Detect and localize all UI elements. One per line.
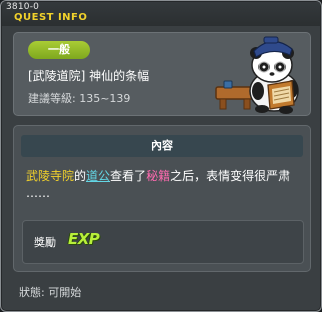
exp-icon: EXP <box>68 230 100 248</box>
level-requirement: 建議等級: 135~139 <box>28 92 131 105</box>
quest-category-badge: 一般 <box>28 41 90 59</box>
quest-id: 3810-0 <box>6 2 40 12</box>
description-ellipsis: …… <box>26 186 50 200</box>
quest-description: 武陵寺院的道公查看了秘籍之后，表情变得很严肃 …… <box>26 168 304 202</box>
panda-npc-reading-icon <box>215 36 299 114</box>
reward-box: 獎勵 EXP <box>22 220 304 264</box>
window-title: QUEST INFO <box>14 12 88 23</box>
npc-link[interactable]: 道公 <box>86 169 110 183</box>
quest-status: 狀態: 可開始 <box>19 286 82 299</box>
description-text: 的 <box>74 169 87 183</box>
description-text: 查看了 <box>110 169 147 183</box>
quest-name: [武陵道院] 神仙的条幅 <box>28 69 150 83</box>
quest-info-window: 3810-0 QUEST INFO 一般 [武陵道院] 神仙的条幅 建議等級: … <box>0 0 322 312</box>
quest-header-panel: 一般 [武陵道院] 神仙的条幅 建議等級: 135~139 <box>13 32 311 116</box>
reward-label: 獎勵 <box>34 236 56 249</box>
quest-content-panel: 內容 武陵寺院的道公查看了秘籍之后，表情变得很严肃 …… 獎勵 EXP <box>13 125 311 272</box>
place-name: 武陵寺院 <box>26 169 75 183</box>
content-heading: 內容 <box>21 135 303 157</box>
item-name: 秘籍 <box>146 169 171 183</box>
description-text: 之后，表情变得很严肃 <box>170 169 291 183</box>
title-bar[interactable]: 3810-0 QUEST INFO <box>2 2 320 26</box>
